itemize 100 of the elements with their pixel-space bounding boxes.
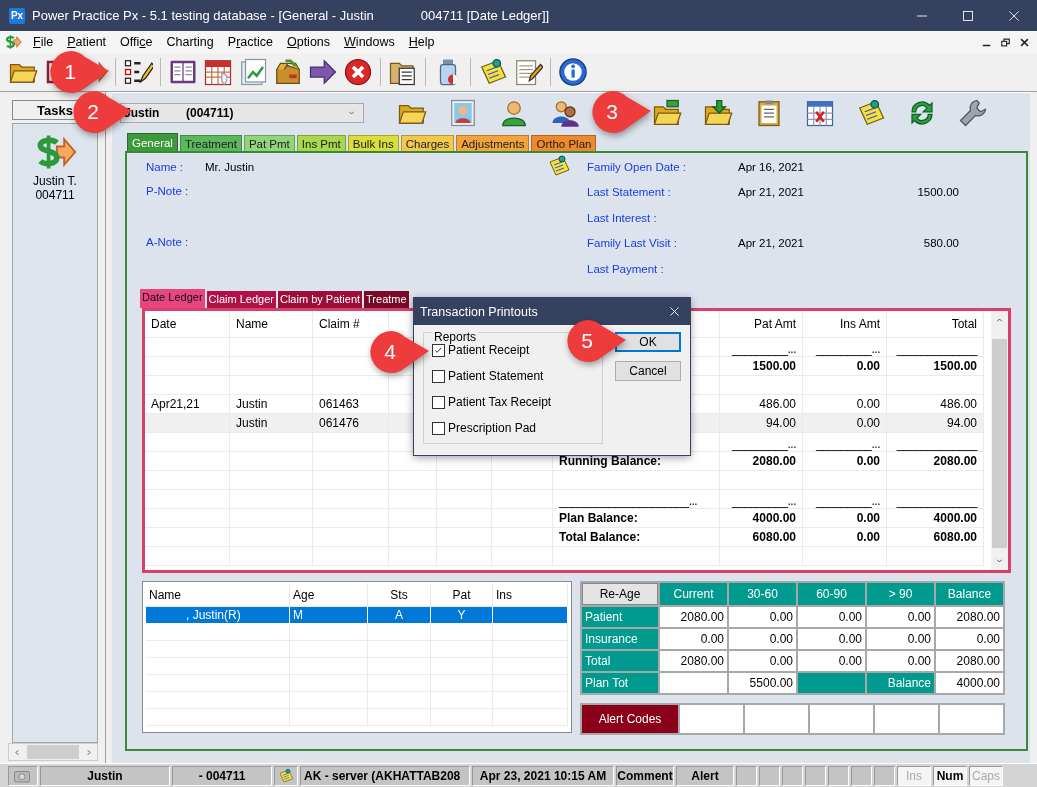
table-cell: 1500.00 (720, 357, 803, 376)
field-label: Family Last Visit : (587, 237, 678, 250)
tab[interactable]: Adjustments (456, 135, 530, 151)
table-cell: 94.00 (887, 414, 984, 433)
dialog-title: Transaction Printouts (420, 304, 538, 319)
field-value: Apr 21, 2021 (738, 186, 805, 199)
folder-icon[interactable] (652, 98, 682, 128)
column-header[interactable]: Name (230, 311, 313, 338)
task-id[interactable]: 004711 (35, 188, 75, 202)
status-panel (736, 765, 757, 786)
table-cell (798, 673, 865, 693)
row-header: Patient (582, 607, 658, 627)
menu-item[interactable]: Patient (60, 35, 114, 49)
re-age-button[interactable]: Re-Age (582, 583, 658, 605)
tab[interactable]: General (127, 133, 178, 151)
tab[interactable]: Bulk Ins (347, 135, 399, 151)
table-cell: 0.00 (660, 629, 727, 649)
table-cell: 0.00 (798, 607, 865, 627)
notepad-icon[interactable] (513, 57, 543, 87)
checkbox[interactable] (432, 421, 445, 435)
status-panel (782, 765, 803, 786)
table-cell (368, 624, 431, 641)
alert-codes-button[interactable]: Alert Codes (582, 705, 678, 733)
tab[interactable]: Treatme (364, 291, 409, 308)
column-header: Balance (936, 583, 1003, 605)
table-cell: 061476 (313, 414, 389, 433)
tab[interactable]: Charges (400, 135, 455, 151)
column-header[interactable]: Total (887, 311, 984, 338)
tab[interactable]: Pat Pmt (243, 135, 295, 151)
tab[interactable]: Claim by Patient (277, 291, 363, 308)
checkbox-label[interactable]: Patient Statement (448, 369, 544, 383)
close-icon[interactable] (1020, 37, 1029, 47)
table-cell: _____________________... (553, 490, 720, 509)
menu-item[interactable]: Office (113, 35, 160, 49)
checklist-icon[interactable] (123, 57, 153, 87)
calendar-icon[interactable] (203, 57, 233, 87)
table-cell: Total Balance: (553, 528, 720, 547)
dialog-button[interactable]: OK (615, 332, 681, 352)
field-label: Last Statement : (587, 186, 672, 199)
note-icon[interactable] (478, 57, 508, 87)
tab[interactable]: Claim Ledger (206, 291, 276, 308)
table-cell (680, 705, 743, 733)
table-cell: Balance (867, 673, 934, 693)
menu-item[interactable]: Charting (159, 35, 221, 49)
menu-item[interactable]: File (26, 35, 61, 49)
table-cell: _____________ (887, 490, 984, 509)
checkbox[interactable] (432, 369, 445, 383)
menu-item[interactable]: Help (401, 35, 442, 49)
field-label: A-Note : (146, 235, 190, 248)
checkbox-label[interactable]: Prescription Pad (448, 421, 537, 435)
tab[interactable]: Ortho Plan (531, 135, 597, 151)
maximize-icon[interactable] (963, 10, 973, 21)
menu-item[interactable]: Practice (220, 35, 280, 49)
field-label: Family Open Date : (587, 160, 688, 173)
checkbox[interactable] (432, 395, 445, 409)
dialog-button[interactable]: Cancel (615, 361, 681, 381)
table-cell (810, 705, 873, 733)
table-cell: 0.00 (798, 629, 865, 649)
x-circle-icon[interactable] (343, 57, 373, 87)
table-cell: 0.00 (867, 629, 934, 649)
column-header[interactable]: Date (145, 311, 230, 338)
table-cell: 4000.00 (936, 673, 1003, 693)
person-icon[interactable] (499, 98, 529, 128)
column-header[interactable]: Ins Amt (803, 311, 887, 338)
checkbox-label[interactable]: Patient Tax Receipt (448, 395, 552, 409)
field-label: Last Payment : (587, 262, 665, 275)
wrench-icon[interactable] (958, 98, 988, 128)
calendar-icon[interactable] (805, 98, 835, 128)
table-cell: _________... (720, 433, 803, 452)
portrait-icon[interactable] (448, 98, 478, 128)
arrow-icon[interactable] (308, 57, 338, 87)
restore-icon[interactable] (1001, 37, 1010, 47)
menu-item[interactable]: Windows (337, 35, 402, 49)
note-icon[interactable] (547, 154, 571, 178)
folder-download-icon[interactable] (703, 98, 733, 128)
table-cell: _________... (803, 490, 887, 509)
table-cell: 2080.00 (660, 607, 727, 627)
note-icon[interactable] (856, 98, 886, 128)
column-header: > 90 (867, 583, 934, 605)
menu-item[interactable]: Options (279, 35, 338, 49)
key-indicator: Ins (897, 765, 931, 786)
table-cell (431, 624, 493, 641)
note-icon[interactable] (278, 766, 294, 785)
app-logo: Px (9, 7, 25, 24)
checkbox-label[interactable]: Patient Receipt (448, 343, 530, 357)
people-icon[interactable] (550, 98, 580, 128)
status-panel (851, 765, 872, 786)
status-panel: Alert (676, 765, 734, 786)
table-cell: 6080.00 (887, 528, 984, 547)
box-icon[interactable] (273, 57, 303, 87)
table-cell: 0.00 (729, 629, 796, 649)
table-row[interactable]: , Justin(R) M A Y (146, 607, 568, 624)
column-header: Current (660, 583, 727, 605)
tab[interactable]: Ins Pmt (296, 135, 346, 151)
tab[interactable]: Treatment (179, 135, 242, 151)
task-name[interactable]: Justin T. (33, 174, 77, 188)
column-header[interactable]: Pat Amt (720, 311, 803, 338)
tab[interactable]: Date Ledger (140, 289, 205, 308)
info-icon[interactable] (558, 57, 588, 87)
chart-icon[interactable] (238, 57, 268, 87)
